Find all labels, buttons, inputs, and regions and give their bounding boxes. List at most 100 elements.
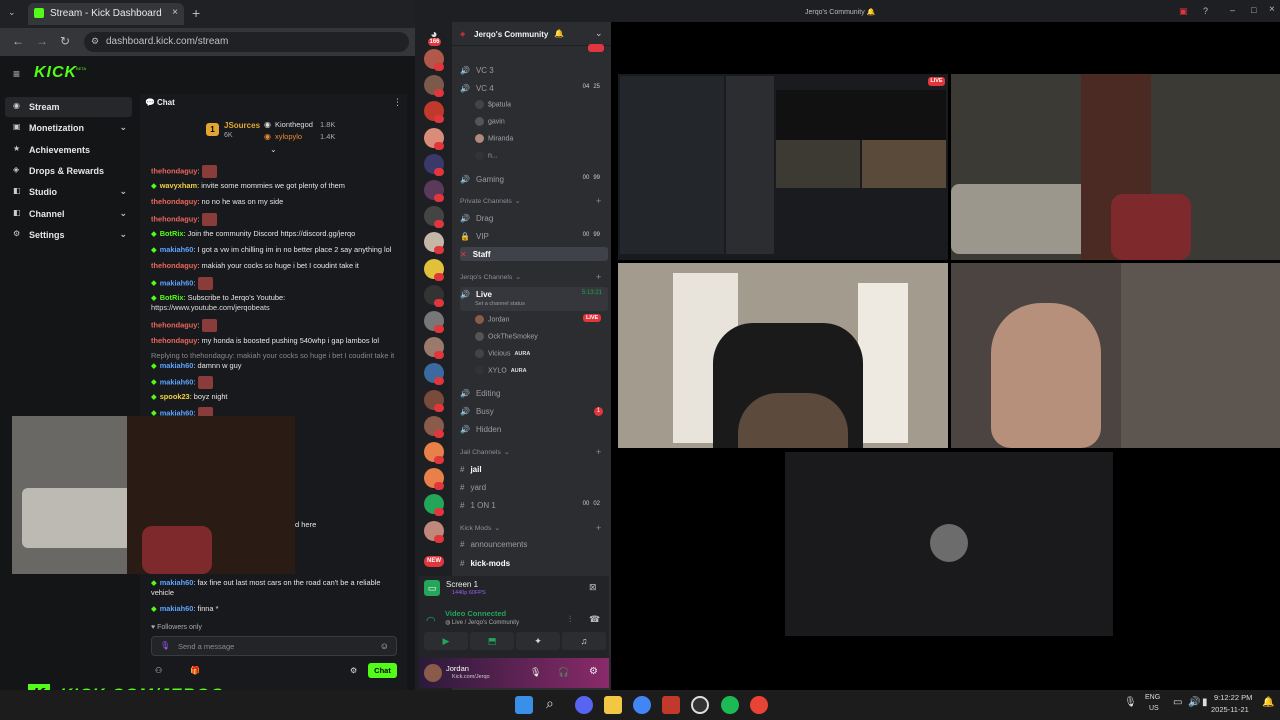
user-settings-icon[interactable]: ⚙	[589, 666, 598, 677]
chat-username[interactable]: makiah60	[160, 578, 194, 587]
nav-item-studio[interactable]: ◧ Studio ⌄	[5, 182, 132, 202]
clock-date[interactable]: 2025-11-21	[1211, 705, 1249, 714]
webcam-tile-2[interactable]	[951, 263, 1280, 448]
channel-vc3[interactable]: 🔊 VC 3	[460, 63, 608, 77]
chat-input[interactable]: 🎙 Send a message ☺	[151, 636, 397, 656]
chat-username[interactable]: makiah60	[160, 361, 194, 370]
forward-icon[interactable]: →	[36, 34, 48, 48]
chevron-down-icon[interactable]: ⌄	[119, 122, 127, 133]
nav-item-monetization[interactable]: ▣ Monetization ⌄	[5, 118, 132, 138]
new-tab-icon[interactable]: +	[192, 5, 200, 21]
voice-user[interactable]: gavin	[475, 117, 505, 126]
expand-chevron-icon[interactable]: ⌄	[270, 145, 277, 154]
server-menu-chevron-icon[interactable]: ⌄	[595, 28, 603, 39]
tab-list-icon[interactable]: ⌄	[8, 8, 16, 17]
add-channel-icon[interactable]: +	[596, 272, 601, 282]
chrome-profile-icon[interactable]	[750, 696, 768, 714]
nav-item-settings[interactable]: ⚙ Settings ⌄	[5, 225, 132, 245]
obs-icon[interactable]	[691, 696, 709, 714]
disconnect-icon[interactable]: ☎	[589, 614, 600, 625]
channel-busy[interactable]: 🔊 Busy 1	[460, 404, 608, 418]
share-icon[interactable]: ⚇	[155, 666, 162, 675]
voice-user[interactable]: Miranda	[475, 134, 513, 143]
lang-secondary[interactable]: US	[1149, 705, 1159, 712]
nav-item-channel[interactable]: ◧ Channel ⌄	[5, 204, 132, 224]
screen-button[interactable]: ⬒	[470, 632, 514, 650]
stop-share-icon[interactable]: ⊠	[589, 582, 597, 593]
gifter-2-name[interactable]: Kionthegod	[275, 120, 313, 129]
channel-kick-mods[interactable]: # kick-mods	[460, 556, 608, 570]
minimize-icon[interactable]: –	[1230, 5, 1235, 15]
chat-username[interactable]: BotRix	[160, 229, 184, 238]
reload-icon[interactable]: ↻	[60, 34, 70, 48]
nav-item-drops-rewards[interactable]: ◈ Drops & Rewards	[5, 161, 132, 181]
chat-username[interactable]: makiah60	[160, 245, 194, 254]
channel-gaming[interactable]: 🔊 Gaming 00 99	[460, 172, 608, 186]
add-channel-icon[interactable]: +	[596, 447, 601, 457]
chat-username[interactable]: BotRix	[160, 293, 184, 302]
add-channel-icon[interactable]: +	[596, 196, 601, 206]
chat-username[interactable]: thehondaguy	[151, 197, 197, 206]
channel-staff[interactable]: ✕ Staff	[460, 247, 608, 261]
start-icon[interactable]	[515, 696, 533, 714]
voice-user[interactable]: n...	[475, 151, 498, 160]
chat-settings-icon[interactable]: ⚙	[350, 666, 357, 675]
channel-vip[interactable]: 🔒 VIP 00 99	[460, 229, 608, 243]
gifter-3-name[interactable]: xylopylo	[275, 132, 302, 141]
add-channel-icon[interactable]: +	[596, 523, 601, 533]
voice-user[interactable]: OckTheSmokey	[475, 332, 538, 341]
back-icon[interactable]: ←	[12, 34, 24, 48]
webcam-tile-1[interactable]	[618, 263, 948, 448]
chat-username[interactable]: makiah60	[160, 377, 194, 386]
channel-hidden[interactable]: 🔊 Hidden	[460, 422, 608, 436]
chat-username[interactable]: thehondaguy	[151, 320, 197, 329]
noise-icon[interactable]: ⫶	[569, 614, 571, 625]
screen-share-tile[interactable]: LIVE	[618, 74, 948, 260]
chevron-down-icon[interactable]: ⌄	[119, 186, 127, 197]
mic-icon[interactable]: 🎙	[160, 641, 170, 650]
channel-1on1[interactable]: #1 ON 1 00 02	[460, 498, 608, 512]
browser-tab[interactable]: Stream - Kick Dashboard ×	[28, 3, 184, 25]
chat-username[interactable]: makiah60	[160, 604, 194, 613]
notifications-icon[interactable]: 🔔	[1262, 697, 1274, 708]
voice-user[interactable]: $patula	[475, 100, 511, 109]
deafen-icon[interactable]: 🎧	[558, 667, 569, 678]
battery-icon[interactable]: ▮	[1202, 697, 1208, 708]
emoji-icon[interactable]: ☺	[380, 641, 389, 651]
lang-primary[interactable]: ENG	[1145, 694, 1160, 701]
chat-username[interactable]: makiah60	[160, 278, 194, 287]
chat-send-button[interactable]: Chat	[368, 663, 397, 678]
chat-options-icon[interactable]: ⋮	[393, 97, 402, 108]
category-jerqo[interactable]: Jerqo's Channels ⌄	[460, 273, 521, 281]
inbox-icon[interactable]: ▣	[1179, 6, 1188, 17]
audio-only-tile[interactable]	[785, 452, 1113, 636]
chat-username[interactable]: wavyxham	[160, 181, 197, 190]
chat-username[interactable]: thehondaguy	[151, 261, 197, 270]
voice-user[interactable]: Jordan LIVE	[475, 314, 602, 324]
channel-announcements[interactable]: # announcements	[460, 537, 608, 551]
voice-user[interactable]: XYLO AURA	[475, 366, 527, 375]
voice-user[interactable]: Vicious AURA	[475, 349, 530, 358]
channel-live[interactable]: 🔊 Live 5:13:21 Set a channel status	[460, 287, 608, 311]
category-kick-mods[interactable]: Kick Mods ⌄	[460, 524, 500, 532]
camera-button[interactable]: ▶	[424, 632, 468, 650]
channel-jail[interactable]: # jail	[460, 462, 608, 476]
search-icon[interactable]: ⌕	[546, 695, 554, 712]
room-camera-tile[interactable]	[951, 74, 1280, 260]
clock-time[interactable]: 9:12:22 PM	[1214, 693, 1252, 702]
app-icon-red[interactable]	[662, 696, 680, 714]
help-icon[interactable]: ?	[1203, 6, 1208, 16]
channel-editing[interactable]: 🔊 Editing	[460, 386, 608, 400]
chevron-down-icon[interactable]: ⌄	[119, 229, 127, 240]
soundboard-button[interactable]: ♫	[562, 632, 606, 650]
site-info-icon[interactable]: ⚙	[91, 36, 99, 47]
chrome-icon[interactable]	[633, 696, 651, 714]
voice-location[interactable]: ◍ Live / Jerqo's Community	[445, 619, 519, 626]
top-gifter-name[interactable]: JSources	[224, 121, 260, 130]
gift-icon[interactable]: 🎁	[190, 666, 200, 675]
nav-item-achievements[interactable]: ★ Achievements	[5, 140, 132, 160]
user-avatar[interactable]	[424, 664, 442, 682]
chat-username[interactable]: spook23	[160, 392, 190, 401]
volume-icon[interactable]: 🔊	[1188, 697, 1200, 708]
kick-logo[interactable]: KICK	[34, 64, 77, 82]
